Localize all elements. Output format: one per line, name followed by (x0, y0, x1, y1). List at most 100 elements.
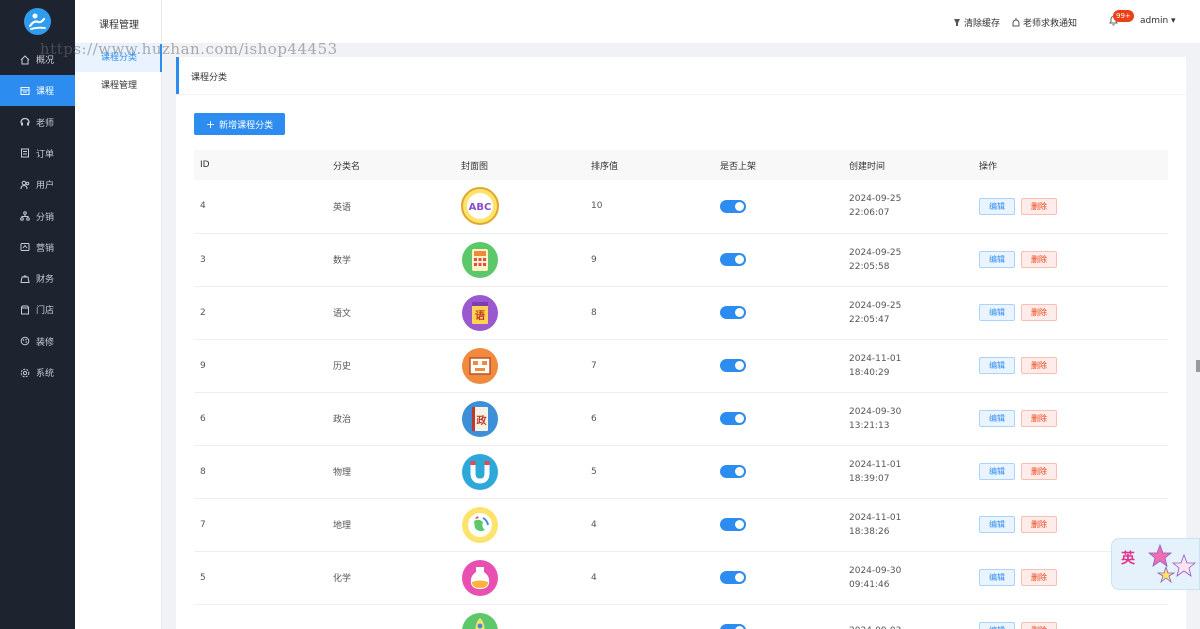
edit-button[interactable]: 编辑 (979, 304, 1015, 321)
col-id: ID (200, 160, 210, 170)
cell-cover: ABC (455, 180, 585, 233)
edit-button[interactable]: 编辑 (979, 251, 1015, 268)
cell-sort: 9 (591, 254, 597, 265)
created-clock: 22:06:07 (849, 208, 890, 219)
user-menu[interactable]: admin ▾ (1140, 16, 1176, 26)
politics-book-icon[interactable]: 政 (461, 400, 499, 438)
subnav-item-course-category[interactable]: 课程分类 (75, 44, 162, 72)
sidebar-item-home[interactable]: 概况 (0, 44, 75, 75)
cell-listed (714, 604, 843, 629)
sidebar-item-label: 门店 (36, 306, 55, 317)
cell-id: 9 (200, 360, 206, 371)
edit-button[interactable]: 编辑 (979, 197, 1015, 215)
created-clock: 18:38:26 (849, 526, 890, 537)
rocket-icon[interactable] (461, 612, 499, 629)
delete-button[interactable]: 删除 (1021, 463, 1057, 480)
cell-listed (714, 392, 843, 445)
sidebar-item-finance[interactable]: 财务 (0, 263, 75, 294)
listed-toggle[interactable] (720, 199, 746, 213)
cell-created: 2024-09-25 22:05:47 (843, 286, 973, 339)
delete-button[interactable]: 删除 (1021, 516, 1057, 533)
listed-toggle[interactable] (720, 253, 746, 266)
app-logo[interactable] (24, 8, 51, 35)
delete-button[interactable]: 删除 (1021, 197, 1057, 215)
edit-button[interactable]: 编辑 (979, 516, 1015, 533)
cell-name: 化学 (333, 574, 352, 584)
chinese-book-icon[interactable]: 语 (461, 294, 499, 332)
globe-icon[interactable] (461, 506, 499, 544)
cell-id: 5 (200, 572, 206, 583)
breadcrumb: 课程分类 (176, 57, 1186, 94)
cell-listed (714, 551, 843, 604)
abc-icon[interactable]: ABC (461, 187, 499, 226)
cell-created: 2024-09-03 (843, 604, 973, 629)
edit-button[interactable]: 编辑 (979, 463, 1015, 480)
cell-cover (455, 339, 585, 392)
delete-button[interactable]: 删除 (1021, 357, 1057, 374)
sidebar-item-store[interactable]: 门店 (0, 294, 75, 325)
sidebar-item-user[interactable]: 用户 (0, 169, 75, 200)
created-clock: 18:39:07 (849, 473, 890, 484)
home-icon (20, 54, 30, 65)
calculator-icon[interactable] (461, 241, 499, 279)
sidebar-item-label: 概况 (36, 56, 55, 66)
magnet-icon[interactable] (461, 453, 499, 491)
cell-actions: 编辑删除 (973, 392, 1168, 445)
cell-created: 2024-11-01 18:38:26 (843, 498, 973, 551)
listed-toggle[interactable] (720, 306, 746, 319)
flask-icon[interactable] (461, 559, 499, 597)
teacher-notice-link[interactable]: 老师求救通知 (1012, 16, 1077, 29)
delete-button[interactable]: 删除 (1021, 410, 1057, 427)
delete-button[interactable]: 删除 (1021, 304, 1057, 321)
listed-toggle[interactable] (720, 518, 746, 531)
sidebar-item-order[interactable]: 订单 (0, 138, 75, 169)
created-date: 2024-09-25 (849, 247, 902, 258)
history-icon[interactable] (461, 347, 499, 385)
teacher-notice-label: 老师求救通知 (1023, 19, 1078, 29)
sidebar-item-label: 系统 (36, 369, 55, 379)
edit-button[interactable]: 编辑 (979, 357, 1015, 374)
edit-button[interactable]: 编辑 (979, 569, 1015, 586)
listed-toggle[interactable] (720, 412, 746, 425)
clear-cache-link[interactable]: 清除缓存 (953, 16, 1000, 29)
delete-button[interactable]: 删除 (1021, 251, 1057, 268)
sidebar-item-course[interactable]: 课程 (0, 75, 75, 107)
floating-widget-label: 英 (1121, 551, 1135, 567)
listed-toggle[interactable] (720, 465, 746, 478)
sidebar-item-decorate[interactable]: 装修 (0, 326, 75, 357)
cell-name: 语文 (333, 309, 352, 319)
add-category-button[interactable]: + 新增课程分类 (194, 113, 285, 135)
col-name: 分类名 (333, 161, 361, 172)
sidebar-item-label: 用户 (36, 181, 55, 192)
delete-button[interactable]: 删除 (1021, 622, 1057, 629)
table-row: 2 语文 语 8 2024-09-25 22:05:47 编辑 删除 (194, 286, 1168, 339)
sidebar-item-settings[interactable]: 系统 (0, 357, 75, 388)
cell-listed (714, 233, 843, 286)
created-time: 2024-09-30 13:21:13 (849, 405, 973, 433)
cell-sort: 4 (591, 519, 597, 530)
edit-button[interactable]: 编辑 (979, 410, 1015, 427)
decorate-icon (20, 336, 30, 346)
sidebar-item-distribution[interactable]: 分销 (0, 201, 75, 232)
table-header: ID 分类名 封面图 排序值 是否上架 创建时间 操作 (194, 150, 1168, 180)
svg-text:语: 语 (475, 309, 485, 322)
floating-widget[interactable]: 英 (1111, 538, 1200, 590)
listed-toggle[interactable] (720, 359, 746, 372)
listed-toggle[interactable] (720, 624, 746, 629)
delete-button[interactable]: 删除 (1021, 569, 1057, 586)
scrollbar-marker[interactable] (1196, 360, 1200, 372)
sidebar-item-marketing[interactable]: 营销 (0, 232, 75, 263)
cell-cover (455, 233, 585, 286)
cell-actions: 编辑删除 (973, 339, 1168, 392)
course-icon (20, 86, 30, 96)
sidebar-item-teacher[interactable]: 老师 (0, 107, 75, 138)
cell-sort: 5 (591, 466, 597, 477)
edit-button[interactable]: 编辑 (979, 622, 1015, 629)
main-sidebar: 概况课程 老师 订单用户分销 营销 财务门店装修系统 (0, 0, 75, 629)
finance-icon (20, 274, 30, 284)
subnav-item-course-management[interactable]: 课程管理 (75, 72, 162, 100)
clear-cache-label: 清除缓存 (964, 19, 1001, 29)
cell-created: 2024-09-25 22:05:58 (843, 233, 973, 286)
cell-name (327, 604, 455, 629)
listed-toggle[interactable] (720, 571, 746, 584)
